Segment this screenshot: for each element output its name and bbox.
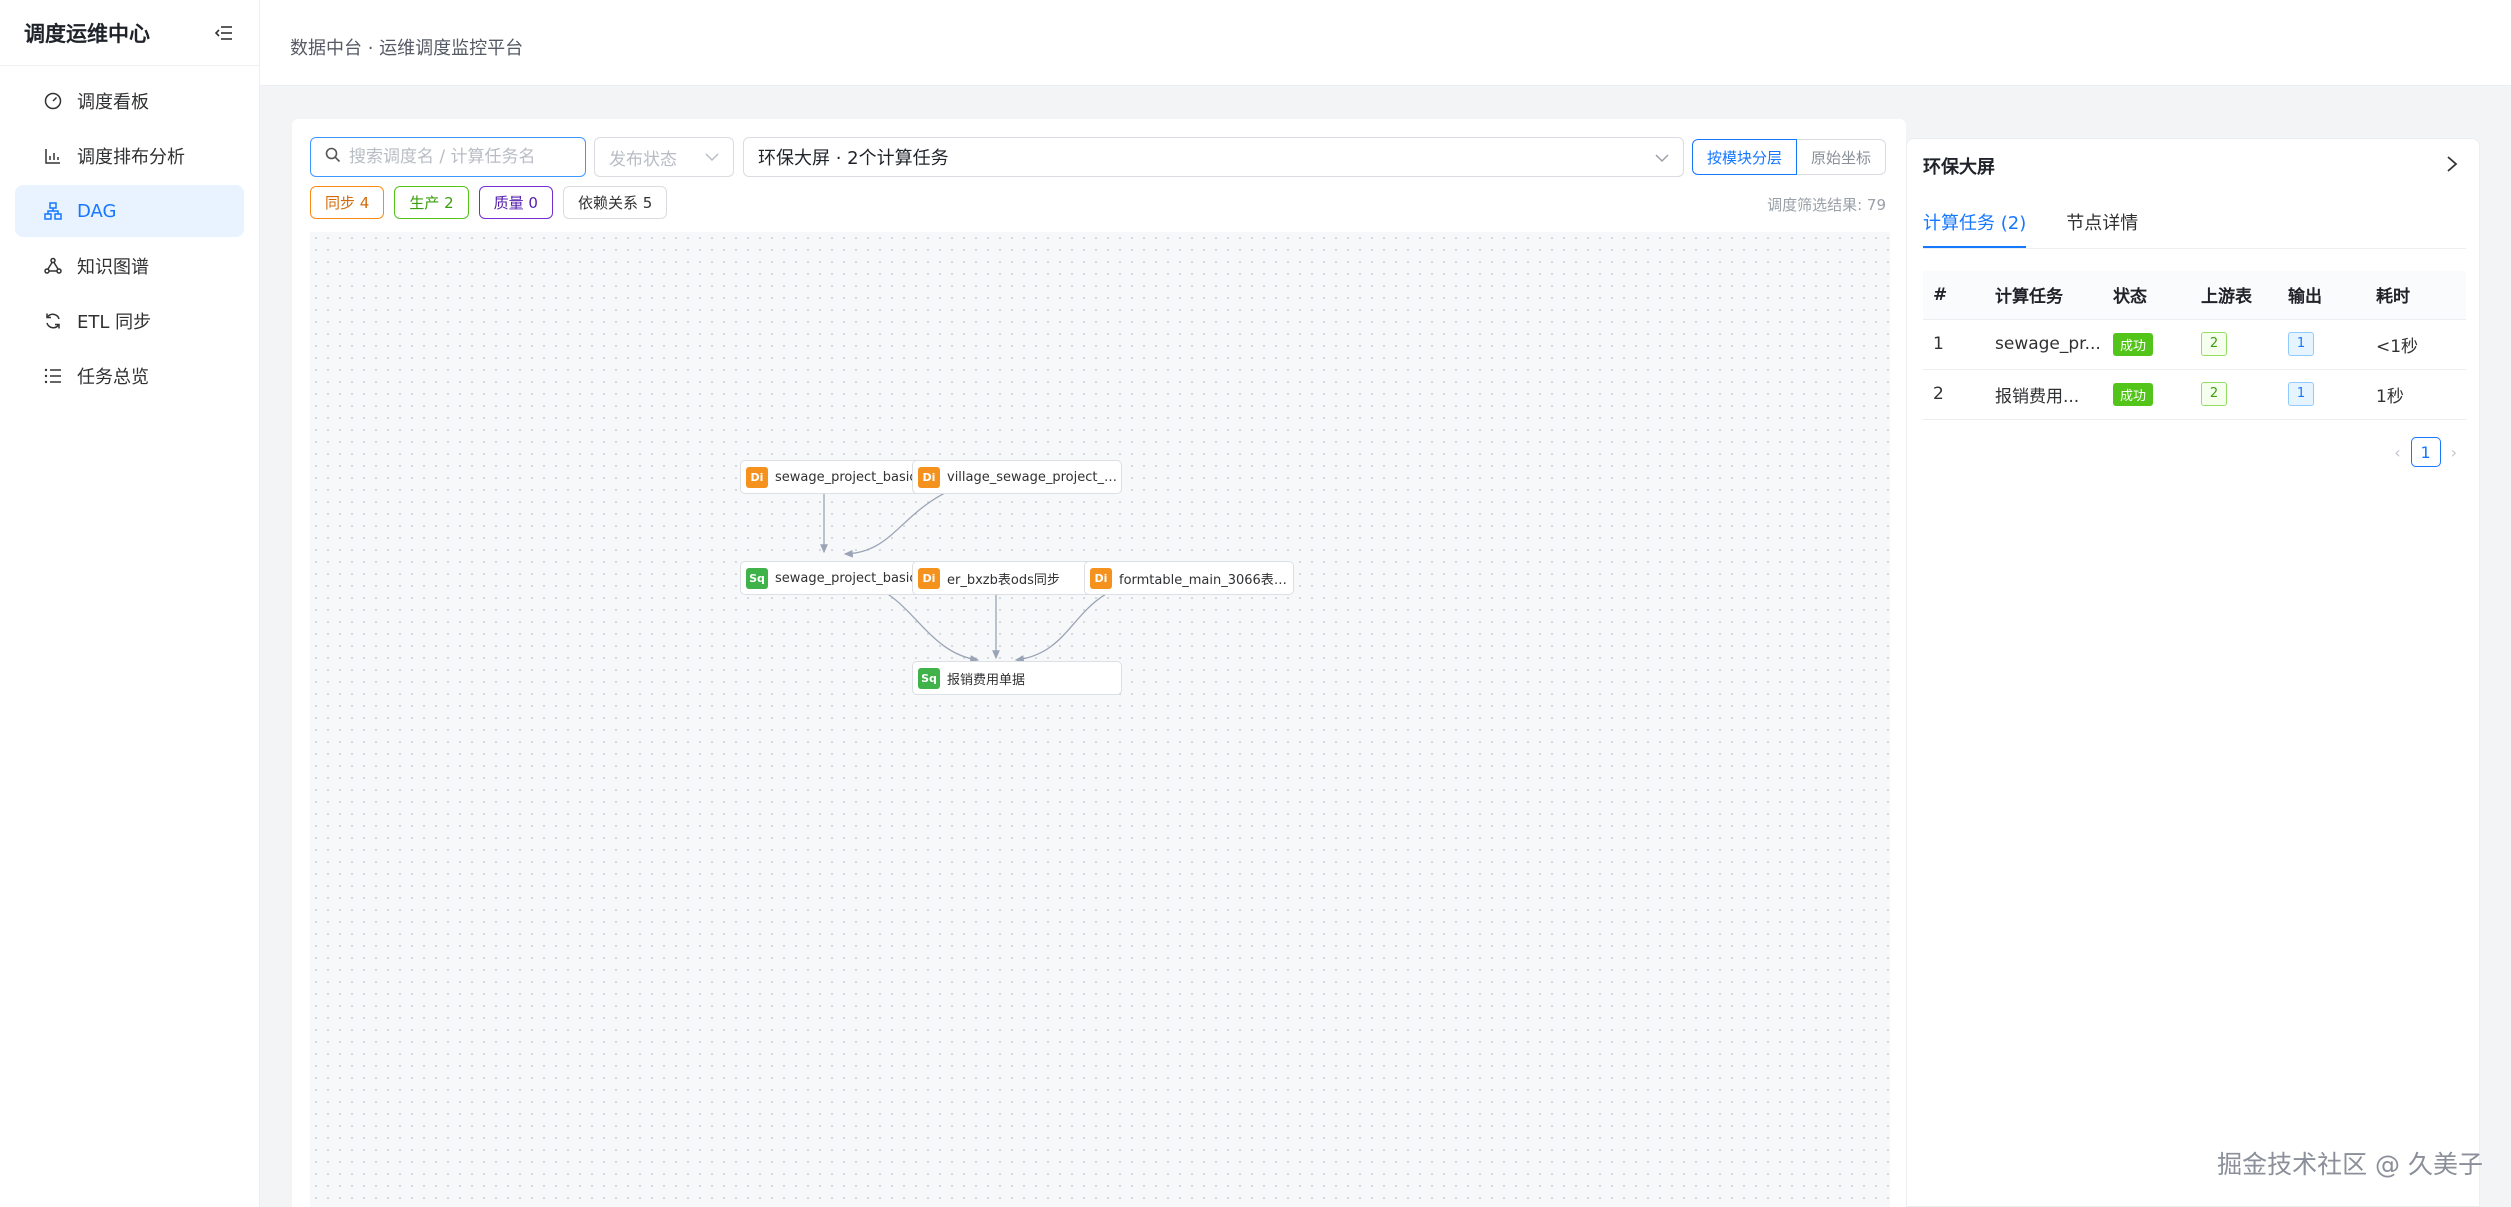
dag-main-panel: 发布状态 环保大屏 · 2个计算任务 按模块分层 原始坐标 同步 4 生产 2 …: [292, 119, 1906, 1207]
chevron-right-icon[interactable]: [2441, 153, 2463, 175]
tag-production[interactable]: 生产 2: [394, 186, 469, 219]
tab-compute-tasks[interactable]: 计算任务 (2): [1923, 209, 2027, 248]
panel-tabs: 计算任务 (2) 节点详情: [1923, 209, 2466, 249]
pagination: ‹ 1 ›: [2394, 437, 2457, 467]
next-page-icon[interactable]: ›: [2451, 443, 2457, 462]
search-icon: [325, 147, 341, 167]
layout-by-module-button[interactable]: 按模块分层: [1692, 139, 1798, 175]
layout-mode-toggle: 按模块分层 原始坐标: [1692, 139, 1887, 175]
dag-icon: [43, 201, 63, 221]
upstream-count[interactable]: 2: [2201, 332, 2227, 356]
upstream-count[interactable]: 2: [2201, 382, 2227, 406]
page-number[interactable]: 1: [2410, 437, 2441, 467]
node-label: er_bxzb表ods同步: [947, 572, 1060, 588]
sidebar-item-etl-sync[interactable]: ETL 同步: [15, 295, 244, 347]
sidebar-item-task-overview[interactable]: 任务总览: [15, 350, 244, 402]
column-header: 计算任务: [1985, 271, 2103, 320]
sidebar-item-schedule-analysis[interactable]: 调度排布分析: [15, 130, 244, 182]
dag-canvas[interactable]: Di sewage_project_basic_info... Di villa…: [310, 232, 1890, 1207]
dag-node[interactable]: Sq 报销费用单据: [912, 661, 1122, 695]
dag-edges: [820, 479, 1154, 663]
module-group-value: 环保大屏 · 2个计算任务: [758, 148, 949, 169]
sidebar-item-dag[interactable]: DAG: [15, 185, 244, 237]
sidebar-item-label: 知识图谱: [77, 257, 149, 278]
graph-icon: [43, 256, 63, 276]
search-box[interactable]: [310, 137, 586, 177]
column-header: 耗时: [2366, 271, 2466, 320]
sidebar-item-dashboard[interactable]: 调度看板: [15, 75, 244, 127]
layout-original-coords-button[interactable]: 原始坐标: [1797, 139, 1887, 175]
node-type-badge: Di: [918, 466, 940, 488]
node-type-badge: Di: [746, 466, 768, 488]
prev-page-icon[interactable]: ‹: [2394, 443, 2400, 462]
output-count[interactable]: 1: [2288, 332, 2314, 356]
publish-status-placeholder: 发布状态: [609, 149, 677, 170]
dag-node[interactable]: Di village_sewage_project_basi...: [912, 460, 1122, 494]
chevron-down-icon: [705, 147, 719, 167]
sidebar: 调度运维中心 调度看板 调度排布分析 DAG 知识图谱 ETL 同步 任务总览: [0, 0, 260, 1207]
node-label: 报销费用单据: [947, 672, 1026, 688]
bar-chart-icon: [43, 146, 63, 166]
row-task-name[interactable]: 报销费用...: [1985, 369, 2103, 420]
header: 数据中台 · 运维调度监控平台: [260, 0, 2511, 86]
column-header: #: [1923, 271, 1985, 320]
sidebar-item-knowledge-graph[interactable]: 知识图谱: [15, 240, 244, 292]
output-count[interactable]: 1: [2288, 382, 2314, 406]
sidebar-nav: 调度看板 调度排布分析 DAG 知识图谱 ETL 同步 任务总览: [0, 66, 259, 402]
menu-collapse-icon[interactable]: [213, 22, 235, 44]
status-badge: 成功: [2113, 332, 2154, 356]
sidebar-item-label: ETL 同步: [77, 312, 152, 333]
breadcrumb: 数据中台 · 运维调度监控平台: [290, 38, 524, 59]
node-type-badge: Sq: [918, 667, 940, 689]
node-type-badge: Sq: [746, 567, 768, 589]
table-row[interactable]: 2 报销费用... 成功 2 1 1秒: [1923, 369, 2466, 420]
column-header: 状态: [2103, 271, 2191, 320]
tag-quality[interactable]: 质量 0: [478, 186, 553, 219]
node-label: village_sewage_project_basi...: [947, 469, 1121, 485]
sidebar-item-label: DAG: [77, 200, 117, 222]
tag-sync[interactable]: 同步 4: [310, 186, 385, 219]
node-type-badge: Di: [918, 567, 940, 589]
result-count: 调度筛选结果: 79: [1767, 196, 1886, 214]
column-header: 上游表: [2191, 271, 2278, 320]
status-badge: 成功: [2113, 382, 2154, 406]
table-row[interactable]: 1 sewage_pr... 成功 2 1 <1秒: [1923, 319, 2466, 370]
sidebar-item-label: 任务总览: [77, 367, 149, 388]
list-icon: [43, 366, 63, 386]
detail-panel: 环保大屏 计算任务 (2) 节点详情 # 计算任务 状态 上游表 输出 耗时 1…: [1906, 138, 2480, 1207]
column-header: 输出: [2278, 271, 2366, 320]
row-index: 1: [1923, 319, 1985, 370]
tag-dependencies[interactable]: 依赖关系 5: [562, 186, 668, 219]
chevron-down-icon: [1655, 147, 1669, 168]
module-group-select[interactable]: 环保大屏 · 2个计算任务: [743, 137, 1684, 177]
search-input[interactable]: [349, 147, 569, 167]
sidebar-item-label: 调度看板: [77, 92, 149, 113]
type-filter-tags: 同步 4 生产 2 质量 0 依赖关系 5: [310, 186, 668, 219]
gauge-icon: [43, 91, 63, 111]
panel-title: 环保大屏: [1923, 157, 1995, 178]
node-label: formtable_main_3066表ods...: [1119, 572, 1293, 588]
row-task-name[interactable]: sewage_pr...: [1985, 319, 2103, 370]
row-duration: 1秒: [2366, 369, 2466, 420]
row-index: 2: [1923, 369, 1985, 420]
table-header-row: # 计算任务 状态 上游表 输出 耗时: [1923, 271, 2466, 320]
sync-icon: [43, 311, 63, 331]
row-duration: <1秒: [2366, 319, 2466, 370]
brand-title: 调度运维中心: [24, 21, 150, 46]
tab-node-details[interactable]: 节点详情: [2066, 209, 2138, 248]
brand: 调度运维中心: [0, 0, 259, 66]
task-table: # 计算任务 状态 上游表 输出 耗时 1 sewage_pr... 成功 2 …: [1923, 271, 2466, 420]
sidebar-item-label: 调度排布分析: [77, 147, 185, 168]
watermark: 掘金技术社区 @ 久美子: [2217, 1150, 2483, 1179]
dag-node[interactable]: Di formtable_main_3066表ods...: [1084, 561, 1294, 595]
publish-status-select[interactable]: 发布状态: [594, 137, 734, 177]
node-type-badge: Di: [1090, 567, 1112, 589]
